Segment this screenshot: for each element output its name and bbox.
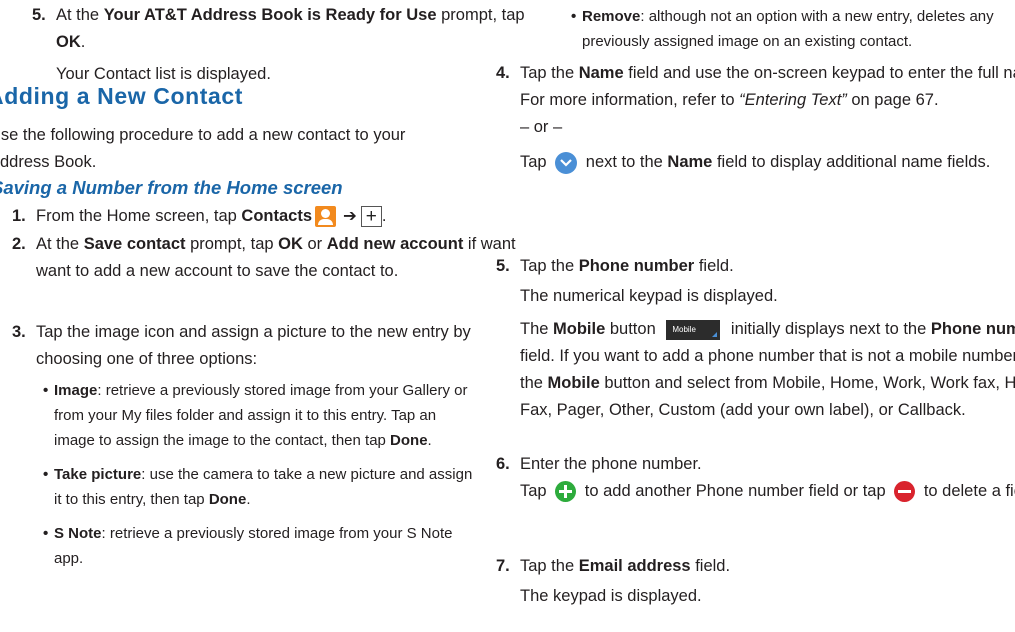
step-number: 4. bbox=[496, 64, 510, 82]
step-number: 7. bbox=[496, 557, 510, 575]
text: Tap the bbox=[520, 64, 579, 82]
done-label: Done bbox=[390, 432, 428, 449]
step-number: 2. bbox=[12, 235, 26, 253]
text: The bbox=[520, 320, 554, 338]
text: on page 67. bbox=[846, 91, 939, 109]
step-result: The numerical keypad is displayed. bbox=[520, 287, 778, 305]
add-icon bbox=[555, 481, 577, 503]
step-text: At the Your AT&T Address Book is Ready f… bbox=[56, 2, 544, 56]
or-separator: – or – bbox=[520, 118, 563, 136]
text: Tap bbox=[520, 482, 552, 500]
option-name: Take picture bbox=[54, 466, 142, 483]
bullet-icon: • bbox=[43, 525, 49, 542]
text: next to the bbox=[581, 153, 668, 171]
step-text: At the Save contact prompt, tap OK or Ad… bbox=[36, 231, 536, 285]
text: or bbox=[302, 235, 327, 253]
text: From the Home screen, tap bbox=[36, 207, 242, 225]
step-text: Enter the phone number. bbox=[520, 455, 702, 473]
arrow-icon: ➔ bbox=[343, 207, 357, 225]
step-7: 7. Tap the Email address field. The keyp… bbox=[464, 553, 1015, 610]
option-take-picture: • Take picture: use the camera to take a … bbox=[0, 462, 480, 512]
option-list: • Image : retrieve a previously stored ima… bbox=[0, 376, 480, 571]
text: . bbox=[80, 33, 86, 51]
step-1: 1. From the Home screen, tap Contacts ➔ +. bbox=[0, 203, 536, 230]
step-text: Tap the Phone number field. bbox=[520, 253, 1015, 280]
contacts-label: Contacts bbox=[241, 207, 313, 225]
subsection-title: Saving a Number from the Home screen bbox=[0, 177, 343, 198]
step-number: 3. bbox=[12, 323, 26, 341]
phone-number-label: Phone number bbox=[578, 257, 695, 275]
option-name: Remove bbox=[582, 8, 641, 25]
ok-label: OK bbox=[278, 235, 303, 253]
text: to add another Phone number field or tap bbox=[580, 482, 891, 500]
step-text: Tap the Email address field. bbox=[520, 553, 1015, 580]
step-5-phone: 5. Tap the Phone number field. The numer… bbox=[464, 253, 1015, 424]
name-label: Name bbox=[578, 64, 624, 82]
option-s-note: • S Note: retrieve a previously stored im… bbox=[0, 521, 480, 571]
step-4: 4. Tap the Name field and use the on-scr… bbox=[464, 60, 1015, 176]
delete-icon bbox=[894, 481, 916, 503]
option-remove: • Remove: although not an option with a n… bbox=[508, 4, 1015, 54]
text: field to display additional name fields. bbox=[712, 153, 991, 171]
text: : retrieve a previously stored image fro… bbox=[54, 525, 453, 567]
phone-number-label: Phone number bbox=[930, 320, 1015, 338]
step-6: 6. Enter the phone number. Tap to add an… bbox=[464, 451, 1015, 505]
prompt-name: Your AT&T Address Book is Ready for Use bbox=[103, 6, 437, 24]
email-label: Email address bbox=[578, 557, 691, 575]
step-add-delete: Tap to add another Phone number field or… bbox=[520, 478, 1015, 505]
ok-label: OK bbox=[56, 33, 81, 51]
text: field. bbox=[690, 557, 731, 575]
mobile-label: Mobile bbox=[547, 374, 600, 392]
step-text: From the Home screen, tap Contacts ➔ +. bbox=[36, 206, 387, 228]
option-name: S Note bbox=[54, 525, 102, 542]
plus-icon: + bbox=[360, 206, 382, 228]
name-label: Name bbox=[667, 153, 713, 171]
mobile-button-image: Mobile bbox=[666, 319, 721, 340]
bullet-icon: • bbox=[571, 8, 577, 25]
mobile-label: Mobile bbox=[553, 320, 606, 338]
bullet-icon: • bbox=[43, 382, 49, 399]
step-result: The keypad is displayed. bbox=[520, 587, 702, 605]
text: Tap bbox=[520, 153, 552, 171]
done-label: Done bbox=[208, 491, 247, 508]
prompt-name: Save contact bbox=[83, 235, 186, 253]
text: to delete a field. bbox=[923, 482, 1015, 500]
contacts-icon bbox=[315, 206, 337, 228]
text: . bbox=[427, 432, 432, 449]
text: field. bbox=[694, 257, 734, 275]
reference: “Entering Text” bbox=[739, 91, 847, 109]
step-number: 5. bbox=[32, 6, 46, 24]
mobile-paragraph: The Mobile button Mobile initially displ… bbox=[520, 316, 1015, 424]
step-number: 6. bbox=[496, 455, 510, 473]
step-alt-text: Tap next to the Name field to display ad… bbox=[520, 149, 1015, 176]
step-number: 5. bbox=[496, 257, 510, 275]
text: initially displays next to the bbox=[726, 320, 931, 338]
text: prompt, tap bbox=[185, 235, 279, 253]
bullet-icon: • bbox=[43, 466, 49, 483]
text: At the bbox=[36, 235, 84, 253]
manual-page: 5. At the Your AT&T Address Book is Read… bbox=[0, 0, 1015, 632]
step-text: Tap the Name field and use the on-screen… bbox=[520, 60, 1015, 114]
text: Tap the bbox=[520, 557, 579, 575]
option-name: Image bbox=[54, 382, 98, 399]
step-3: 3. Tap the image icon and assign a pictu… bbox=[0, 319, 536, 373]
text: At the bbox=[56, 6, 104, 24]
step-5-address-book: 5. At the Your AT&T Address Book is Read… bbox=[0, 2, 544, 88]
text: : although not an option with a new entr… bbox=[582, 8, 994, 50]
chevron-down-icon bbox=[555, 151, 578, 174]
text: button bbox=[605, 320, 661, 338]
option-image: • Image: retrieve a previously stored ima… bbox=[0, 378, 480, 453]
text: . bbox=[246, 491, 251, 508]
text: Tap the bbox=[520, 257, 579, 275]
intro-paragraph: Use the following procedure to add a new… bbox=[0, 126, 406, 171]
add-account-label: Add new account bbox=[326, 235, 464, 253]
step-text: Tap the image icon and assign a picture … bbox=[36, 323, 471, 368]
step-number: 1. bbox=[12, 207, 26, 225]
step-2: 2. At the Save contact prompt, tap OK or… bbox=[0, 231, 536, 285]
section-title: Adding a New Contact bbox=[0, 83, 244, 109]
